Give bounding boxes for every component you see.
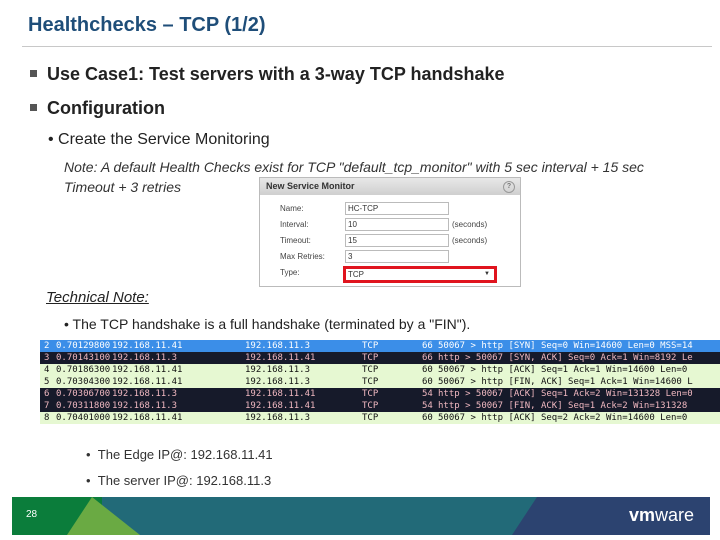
field-label: Max Retries:: [280, 252, 325, 261]
packet-length: 60: [422, 377, 433, 387]
packet-length: 54: [422, 401, 433, 411]
packet-source: 192.168.11.41: [112, 377, 183, 387]
packet-protocol: TCP: [362, 413, 379, 423]
dropdown-arrow-icon[interactable]: ▼: [484, 269, 490, 280]
field-input[interactable]: 15: [345, 234, 449, 247]
page-title: Healthchecks – TCP (1/2): [28, 14, 266, 36]
packet-info: http > 50067 [SYN, ACK] Seq=0 Ack=1 Win=…: [438, 353, 693, 363]
packet-time: 0.70401000: [56, 413, 111, 423]
new-service-monitor-dialog: New Service Monitor? Name: HC-TCP Interv…: [259, 177, 521, 287]
dialog-title: New Service Monitor: [266, 181, 355, 191]
packet-destination: 192.168.11.3: [245, 341, 311, 351]
packet-info: 50067 > http [SYN] Seq=0 Win=14600 Len=0…: [438, 341, 693, 351]
packet-time: 0.70304300: [56, 377, 111, 387]
packet-destination: 192.168.11.41: [245, 353, 316, 363]
vmware-logo: vmware: [628, 505, 694, 525]
packet-no: 8: [44, 413, 50, 423]
packet-length: 60: [422, 365, 433, 375]
server-ip-bullet: • The server IP@: 192.168.11.3: [86, 473, 272, 488]
packet-no: 2: [44, 341, 50, 351]
packet-destination: 192.168.11.41: [245, 401, 316, 411]
field-unit: (seconds): [452, 236, 488, 245]
bullet-text: Use Case1: Test servers with a 3-way TCP…: [47, 64, 505, 84]
sub-bullet-text: Create the Service Monitoring: [58, 131, 270, 148]
packet-source: 192.168.11.41: [112, 413, 183, 423]
bullet-icon: [30, 69, 37, 77]
packet-time: 0.70186300: [56, 365, 111, 375]
dialog-header: New Service Monitor?: [260, 178, 520, 195]
packet-source: 192.168.11.3: [112, 389, 178, 399]
field-input[interactable]: TCP ▼: [343, 266, 497, 283]
packet-info: 50067 > http [ACK] Seq=2 Ack=2 Win=14600…: [438, 413, 688, 423]
packet-destination: 192.168.11.41: [245, 389, 316, 399]
packet-protocol: TCP: [362, 389, 379, 399]
field-unit: (seconds): [452, 220, 488, 229]
packet-source: 192.168.11.3: [112, 401, 178, 411]
technical-bullet: • The TCP handshake is a full handshake …: [64, 316, 471, 332]
bullet-configuration: Configuration: [30, 98, 165, 119]
packet-no: 4: [44, 365, 50, 375]
packet-list: 2 0.70129800 192.168.11.41 192.168.11.3 …: [40, 340, 720, 424]
packet-protocol: TCP: [362, 353, 379, 363]
packet-row[interactable]: 4 0.70186300 192.168.11.41 192.168.11.3 …: [40, 364, 720, 376]
packet-protocol: TCP: [362, 401, 379, 411]
technical-note-heading: Technical Note:: [46, 289, 149, 306]
packet-row[interactable]: 8 0.70401000 192.168.11.41 192.168.11.3 …: [40, 412, 720, 424]
packet-no: 3: [44, 353, 50, 363]
page-number: 28: [26, 509, 38, 520]
packet-info: 50067 > http [FIN, ACK] Seq=1 Ack=1 Win=…: [438, 377, 693, 387]
packet-row[interactable]: 7 0.70311800 192.168.11.3 192.168.11.41 …: [40, 400, 720, 412]
packet-destination: 192.168.11.3: [245, 377, 311, 387]
field-label: Interval:: [280, 220, 309, 229]
packet-time: 0.70306700: [56, 389, 111, 399]
packet-source: 192.168.11.3: [112, 353, 178, 363]
packet-row[interactable]: 5 0.70304300 192.168.11.41 192.168.11.3 …: [40, 376, 720, 388]
packet-no: 6: [44, 389, 50, 399]
field-input[interactable]: 3: [345, 250, 449, 263]
packet-length: 60: [422, 413, 433, 423]
field-label: Timeout:: [280, 236, 311, 245]
packet-protocol: TCP: [362, 377, 379, 387]
packet-length: 54: [422, 389, 433, 399]
packet-protocol: TCP: [362, 365, 379, 375]
bullet-use-case: Use Case1: Test servers with a 3-way TCP…: [30, 64, 505, 85]
packet-source: 192.168.11.41: [112, 341, 183, 351]
help-icon[interactable]: ?: [503, 181, 515, 193]
packet-no: 7: [44, 401, 50, 411]
packet-destination: 192.168.11.3: [245, 413, 311, 423]
packet-time: 0.70143100: [56, 353, 111, 363]
field-input[interactable]: 10: [345, 218, 449, 231]
packet-length: 66: [422, 353, 433, 363]
packet-time: 0.70129800: [56, 341, 111, 351]
divider: [22, 46, 712, 47]
footer-bar: 28 vmware: [12, 497, 710, 535]
field-input[interactable]: HC-TCP: [345, 202, 449, 215]
packet-row[interactable]: 6 0.70306700 192.168.11.3 192.168.11.41 …: [40, 388, 720, 400]
packet-info: http > 50067 [FIN, ACK] Seq=1 Ack=2 Win=…: [438, 401, 688, 411]
field-label: Type:: [280, 268, 300, 277]
field-label: Name:: [280, 204, 304, 213]
packet-source: 192.168.11.41: [112, 365, 183, 375]
sub-bullet: • Create the Service Monitoring: [48, 131, 270, 148]
technical-bullet-text: The TCP handshake is a full handshake (t…: [72, 316, 471, 332]
packet-row[interactable]: 3 0.70143100 192.168.11.3 192.168.11.41 …: [40, 352, 720, 364]
packet-destination: 192.168.11.3: [245, 365, 311, 375]
edge-ip-bullet: • The Edge IP@: 192.168.11.41: [86, 447, 273, 462]
footer-graphic: [12, 497, 710, 535]
packet-info: http > 50067 [ACK] Seq=1 Ack=2 Win=13132…: [438, 389, 693, 399]
packet-no: 5: [44, 377, 50, 387]
packet-length: 66: [422, 341, 433, 351]
packet-time: 0.70311800: [56, 401, 111, 411]
bullet-text: Configuration: [47, 98, 165, 118]
packet-protocol: TCP: [362, 341, 379, 351]
packet-row[interactable]: 2 0.70129800 192.168.11.41 192.168.11.3 …: [40, 340, 720, 352]
bullet-icon: [30, 103, 37, 111]
edge-ip-text: The Edge IP@: 192.168.11.41: [97, 447, 273, 462]
server-ip-text: The server IP@: 192.168.11.3: [97, 473, 272, 488]
packet-info: 50067 > http [ACK] Seq=1 Ack=1 Win=14600…: [438, 365, 688, 375]
